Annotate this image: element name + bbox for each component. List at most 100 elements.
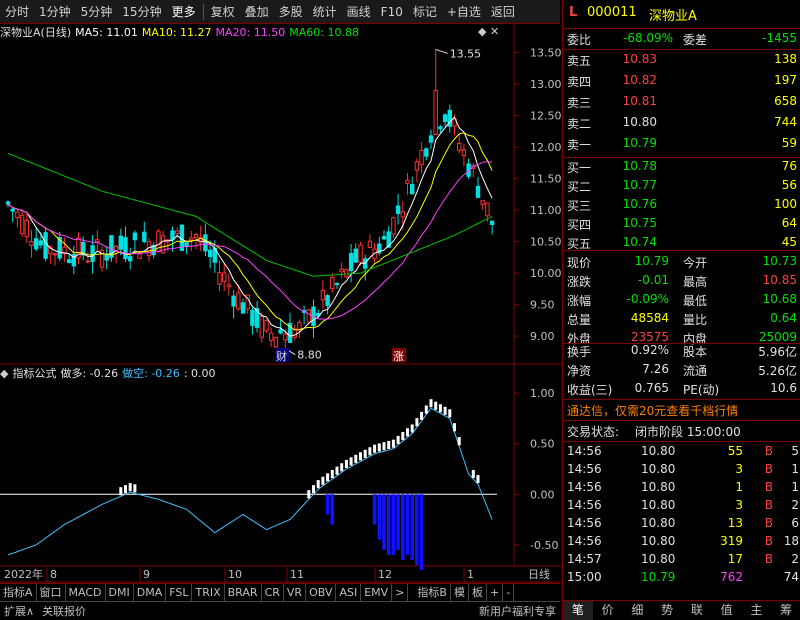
stat-value: -0.09%: [626, 292, 669, 306]
promo-link[interactable]: 新用户福利专享: [475, 603, 560, 619]
marker-zhang[interactable]: 涨: [393, 350, 404, 363]
bid-label: 买二: [567, 180, 592, 194]
candle: [405, 173, 410, 195]
candle: [52, 252, 58, 266]
date-month-label: 9: [143, 568, 150, 581]
indicator-tab-14[interactable]: 指标B: [414, 584, 451, 601]
bid-volume: 56: [781, 178, 797, 192]
indicator-tab-18[interactable]: -: [503, 584, 515, 601]
stat-value: 0.765: [634, 381, 669, 395]
price-axis-label: 13.00: [530, 78, 562, 91]
indicator-mark: [349, 457, 353, 466]
indicator-tab-0[interactable]: 指标A: [0, 584, 37, 601]
tick-direction: B: [764, 444, 773, 458]
indicator-mark: [420, 411, 424, 420]
quote-tab-0[interactable]: 笔: [563, 601, 593, 620]
indicator-tab-1[interactable]: 窗口: [37, 584, 66, 601]
tick-time: 14:56: [567, 516, 602, 530]
price-axis-label: 12.00: [530, 141, 562, 154]
tick-volume: 3: [735, 462, 743, 476]
stock-name: 深物业A: [649, 9, 697, 24]
candle: [146, 238, 152, 262]
candle: [325, 293, 330, 315]
quote-tab-7[interactable]: 筹: [771, 601, 800, 620]
indicator-tab-16[interactable]: 板: [469, 584, 487, 601]
chart-area[interactable]: 13.5013.0012.5012.0011.5011.0010.5010.00…: [0, 0, 562, 620]
quote-tab-1[interactable]: 价: [593, 601, 623, 620]
tick-direction: B: [764, 534, 773, 548]
candle: [123, 226, 128, 262]
candle: [137, 253, 142, 259]
promo-row[interactable]: 通达信，仅需20元查看千档行情: [563, 401, 800, 419]
candle: [320, 280, 326, 309]
indicator-axis-label: 1.00: [530, 387, 555, 400]
trade-state-label: 交易状态:: [567, 425, 620, 439]
quote-tab-6[interactable]: 主: [742, 601, 772, 620]
indicator-mark: [330, 469, 334, 479]
period-label[interactable]: 日线: [528, 567, 550, 581]
ma5-label: MA5: 11.01: [75, 25, 138, 39]
expand-button[interactable]: 扩展∧: [0, 603, 38, 619]
stock-code: 000011: [587, 5, 637, 20]
indicator-tab-3[interactable]: DMI: [106, 584, 134, 601]
related-quote-button[interactable]: 关联报价: [38, 603, 90, 619]
stock-header: L 000011 深物业A: [563, 4, 800, 26]
indicator-tab-10[interactable]: OBV: [306, 584, 337, 601]
quote-tab-3[interactable]: 势: [652, 601, 682, 620]
tick-row: 14:56 10.80 13 B 6: [563, 515, 800, 533]
indicator-menu-icon[interactable]: ◆: [0, 367, 8, 380]
indicator-mark: [429, 399, 433, 408]
indicator-tab-6[interactable]: TRIX: [192, 584, 225, 601]
ask-price: 10.82: [622, 73, 657, 87]
indicator-tab-17[interactable]: +: [487, 584, 504, 601]
tick-price: 10.79: [641, 570, 676, 584]
indicator-short: 做空: -0.26: [122, 367, 180, 380]
stat-label: 股本: [683, 345, 708, 359]
indicator-tab-12[interactable]: EMV: [361, 584, 393, 601]
indicator-tab-11[interactable]: ASI: [336, 584, 362, 601]
candle: [480, 200, 485, 210]
date-month-label: 1: [467, 568, 474, 581]
tick-price: 10.80: [641, 462, 676, 476]
indicator-tab-5[interactable]: FSL: [166, 584, 193, 601]
indicator-mark: [354, 454, 358, 463]
indicator-tab-2[interactable]: MACD: [66, 584, 106, 601]
stat-label: PE(动): [683, 383, 720, 397]
chart-header-icons[interactable]: ◆ ✕: [478, 25, 499, 38]
date-month-label: 10: [228, 568, 242, 581]
indicator-tab-4[interactable]: DMA: [134, 584, 167, 601]
indicator-tab-13[interactable]: >: [392, 584, 409, 601]
quote-tab-5[interactable]: 值: [712, 601, 742, 620]
bid-row-2: 买二 10.77 56: [563, 177, 800, 195]
indicator-mark: [406, 428, 409, 437]
candle: [334, 282, 340, 289]
quote-tab-2[interactable]: 细: [623, 601, 653, 620]
indicator-mark: [443, 406, 447, 415]
tick-row: 14:56 10.80 3 B 1: [563, 461, 800, 479]
indicator-mark: [335, 466, 339, 475]
indicator-mark: [476, 475, 480, 484]
tick-time: 14:56: [567, 534, 602, 548]
candle: [15, 208, 20, 228]
indicator-tab-8[interactable]: CR: [262, 584, 284, 601]
quote-tab-4[interactable]: 联: [682, 601, 712, 620]
candle: [193, 232, 199, 250]
stat2-row-1: 净资 7.26 流通 5.26亿: [563, 361, 800, 379]
tick-price: 10.80: [641, 552, 676, 566]
indicator-bar: [372, 494, 377, 525]
indicator-tab-7[interactable]: BRAR: [225, 584, 262, 601]
indicator-mark: [434, 401, 438, 410]
marker-cai[interactable]: 财: [276, 349, 287, 363]
ask-price: 10.83: [622, 52, 657, 66]
indicator-mark: [128, 483, 132, 492]
candle: [254, 300, 260, 333]
indicator-mark: [387, 440, 391, 450]
indicator-tab-15[interactable]: 模: [451, 584, 469, 601]
tick-volume: 762: [720, 570, 743, 584]
candle: [377, 236, 382, 256]
tick-price: 10.80: [641, 444, 676, 458]
price-axis-label: 9.00: [530, 330, 555, 343]
indicator-mark: [448, 409, 452, 418]
indicator-tab-9[interactable]: VR: [284, 584, 307, 601]
tick-volume: 3: [735, 498, 743, 512]
